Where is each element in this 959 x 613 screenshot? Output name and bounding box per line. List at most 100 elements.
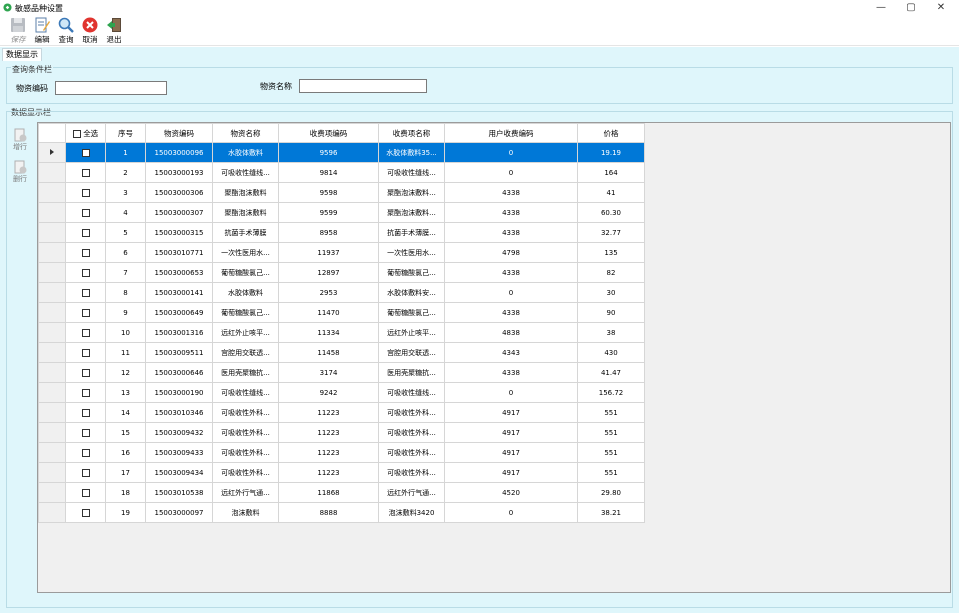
cell-price[interactable]: 551 [577, 462, 645, 483]
cell-fee-code[interactable]: 11223 [278, 422, 379, 443]
row-checkbox-cell[interactable] [65, 162, 106, 183]
cell-name[interactable]: 聚酯泡沫敷料 [212, 182, 279, 203]
cell-fee-code[interactable]: 3174 [278, 362, 379, 383]
table-row[interactable]: 17 15003009434 可吸收性外科... 11223 可吸收性外科... 4917… [38, 462, 645, 483]
cell-price[interactable]: 29.80 [577, 482, 645, 503]
table-row[interactable]: 16 15003009433 可吸收性外科... 11223 可吸收性外科... 4917… [38, 442, 645, 463]
cell-fee-name[interactable]: 抗菌手术薄膜... [378, 222, 445, 243]
row-header[interactable] [38, 402, 66, 423]
table-row[interactable]: 10 15003001316 远红外止咳平... 11334 远红外止咳平... 4838… [38, 322, 645, 343]
cell-price[interactable]: 82 [577, 262, 645, 283]
cell-seq[interactable]: 3 [105, 182, 146, 203]
cell-code[interactable]: 15003000306 [145, 182, 213, 203]
material-code-input[interactable] [55, 81, 167, 95]
row-checkbox-cell[interactable] [65, 282, 106, 303]
row-checkbox[interactable] [81, 148, 90, 157]
cell-user-fee-code[interactable]: 4520 [444, 482, 578, 503]
cell-code[interactable]: 15003009432 [145, 422, 213, 443]
row-checkbox[interactable] [81, 328, 90, 337]
cell-fee-code[interactable]: 9814 [278, 162, 379, 183]
cell-name[interactable]: 水胶体敷料 [212, 142, 279, 163]
data-grid[interactable]: 全选 序号 物资编码 物资名称 收费项编码 收费项名称 用户收费编码 价格 11… [37, 122, 951, 593]
cell-user-fee-code[interactable]: 4917 [444, 442, 578, 463]
cell-seq[interactable]: 15 [105, 422, 146, 443]
row-header[interactable] [38, 182, 66, 203]
cell-fee-name[interactable]: 可吸收性外科... [378, 442, 445, 463]
cell-name[interactable]: 医用壳聚糖抗... [212, 362, 279, 383]
row-checkbox-cell[interactable] [65, 442, 106, 463]
table-row[interactable]: 19 15003000097 泡沫敷料 8888 泡沫敷料3420 0 38.21 [38, 502, 645, 523]
cell-code[interactable]: 15003001316 [145, 322, 213, 343]
cell-user-fee-code[interactable]: 4343 [444, 342, 578, 363]
row-header[interactable] [38, 362, 66, 383]
cell-fee-code[interactable]: 12897 [278, 262, 379, 283]
cell-name[interactable]: 远红外行气通... [212, 482, 279, 503]
row-header[interactable] [38, 282, 66, 303]
cell-price[interactable]: 156.72 [577, 382, 645, 403]
cell-name[interactable]: 葡萄糖酸氯己... [212, 262, 279, 283]
cell-price[interactable]: 60.30 [577, 202, 645, 223]
cell-seq[interactable]: 13 [105, 382, 146, 403]
cell-seq[interactable]: 17 [105, 462, 146, 483]
edit-button[interactable]: 编辑 [30, 16, 54, 46]
minimize-button[interactable]: — [867, 0, 895, 16]
cell-seq[interactable]: 18 [105, 482, 146, 503]
cell-seq[interactable]: 16 [105, 442, 146, 463]
column-code[interactable]: 物资编码 [145, 123, 213, 143]
cell-fee-code[interactable]: 9242 [278, 382, 379, 403]
cell-seq[interactable]: 9 [105, 302, 146, 323]
cell-fee-name[interactable]: 可吸收性外科... [378, 462, 445, 483]
cell-code[interactable]: 15003009434 [145, 462, 213, 483]
cell-user-fee-code[interactable]: 4917 [444, 422, 578, 443]
row-checkbox-cell[interactable] [65, 302, 106, 323]
table-row[interactable]: 5 15003000315 抗菌手术薄膜 8958 抗菌手术薄膜... 4338 32.77 [38, 222, 645, 243]
cell-fee-name[interactable]: 医用壳聚糖抗... [378, 362, 445, 383]
cell-seq[interactable]: 6 [105, 242, 146, 263]
cell-fee-name[interactable]: 可吸收性缝线... [378, 382, 445, 403]
row-checkbox[interactable] [81, 288, 90, 297]
row-header[interactable] [38, 222, 66, 243]
column-select-all[interactable]: 全选 [65, 123, 106, 143]
cell-user-fee-code[interactable]: 0 [444, 282, 578, 303]
select-all-checkbox[interactable] [72, 129, 81, 138]
cell-code[interactable]: 15003000653 [145, 262, 213, 283]
row-checkbox-cell[interactable] [65, 382, 106, 403]
cell-name[interactable]: 葡萄糖酸氯己... [212, 302, 279, 323]
cell-seq[interactable]: 10 [105, 322, 146, 343]
cell-fee-code[interactable]: 11470 [278, 302, 379, 323]
row-checkbox-cell[interactable] [65, 242, 106, 263]
cell-name[interactable]: 可吸收性缝线... [212, 162, 279, 183]
row-header[interactable] [38, 162, 66, 183]
row-header[interactable] [38, 502, 66, 523]
row-checkbox[interactable] [81, 488, 90, 497]
cell-fee-name[interactable]: 可吸收性缝线... [378, 162, 445, 183]
cell-code[interactable]: 15003000193 [145, 162, 213, 183]
cell-code[interactable]: 15003000190 [145, 382, 213, 403]
cell-name[interactable]: 聚酯泡沫敷料 [212, 202, 279, 223]
cell-user-fee-code[interactable]: 0 [444, 382, 578, 403]
maximize-button[interactable]: ▢ [897, 0, 925, 16]
cell-price[interactable]: 41.47 [577, 362, 645, 383]
table-row[interactable]: 6 15003010771 一次性医用水... 11937 一次性医用水... 4798 1… [38, 242, 645, 263]
cell-seq[interactable]: 8 [105, 282, 146, 303]
column-fee-code[interactable]: 收费项编码 [278, 123, 379, 143]
query-button[interactable]: 查询 [54, 16, 78, 46]
row-checkbox-cell[interactable] [65, 362, 106, 383]
cell-name[interactable]: 可吸收性外科... [212, 442, 279, 463]
cell-price[interactable]: 551 [577, 442, 645, 463]
cell-fee-name[interactable]: 可吸收性外科... [378, 402, 445, 423]
cell-seq[interactable]: 5 [105, 222, 146, 243]
row-checkbox-cell[interactable] [65, 422, 106, 443]
cell-name[interactable]: 抗菌手术薄膜 [212, 222, 279, 243]
cell-fee-name[interactable]: 聚酯泡沫敷料... [378, 202, 445, 223]
cell-price[interactable]: 430 [577, 342, 645, 363]
row-header[interactable] [38, 202, 66, 223]
cell-user-fee-code[interactable]: 4338 [444, 182, 578, 203]
table-row[interactable]: 4 15003000307 聚酯泡沫敷料 9599 聚酯泡沫敷料... 4338 60.30 [38, 202, 645, 223]
cell-seq[interactable]: 11 [105, 342, 146, 363]
row-checkbox[interactable] [81, 468, 90, 477]
row-checkbox-cell[interactable] [65, 262, 106, 283]
row-header[interactable] [38, 142, 66, 163]
cell-seq[interactable]: 14 [105, 402, 146, 423]
table-row[interactable]: 3 15003000306 聚酯泡沫敷料 9598 聚酯泡沫敷料... 4338 41 [38, 182, 645, 203]
